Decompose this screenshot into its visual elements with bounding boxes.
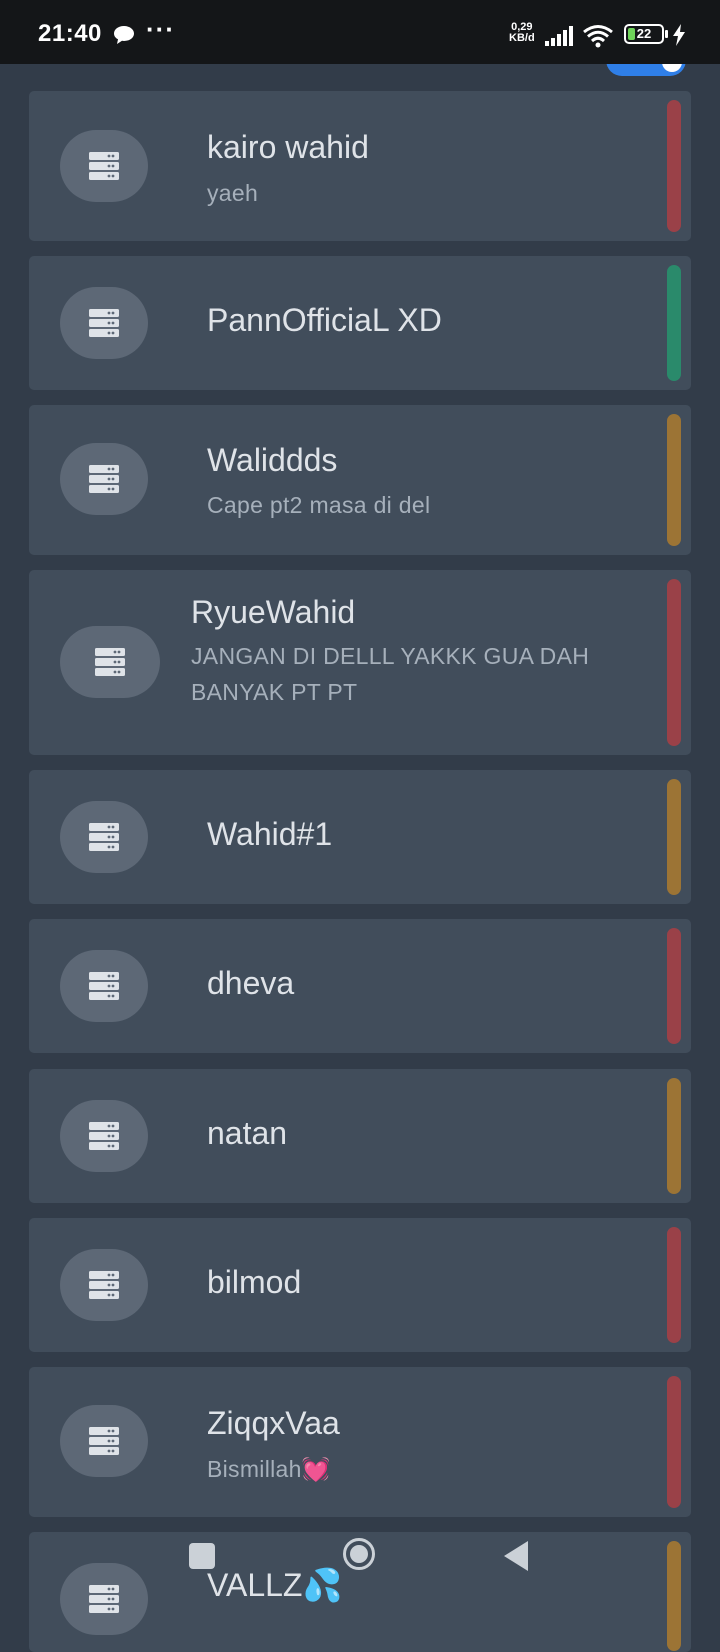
server-icon-button[interactable] [60, 1405, 148, 1477]
server-name: ZiqqxVaa [207, 1405, 340, 1441]
navigation-bar [0, 1520, 720, 1600]
status-indicator [667, 1078, 681, 1194]
server-icon-button[interactable] [60, 130, 148, 202]
server-card[interactable]: dheva [29, 919, 691, 1053]
server-card[interactable]: kairo wahid yaeh [29, 91, 691, 241]
charging-bolt-icon [673, 24, 685, 46]
server-icon [89, 1427, 119, 1455]
server-icon [89, 465, 119, 493]
recents-button[interactable] [189, 1543, 215, 1569]
status-indicator [667, 1227, 681, 1343]
status-indicator [667, 100, 681, 232]
server-list: kairo wahid yaeh PannOfficiaL XD Waliddd… [0, 0, 720, 1652]
server-icon-button[interactable] [60, 626, 160, 698]
server-description: JANGAN DI DELLL YAKKK GUA DAH BANYAK PT … [191, 643, 590, 705]
back-button[interactable] [502, 1540, 530, 1572]
wifi-icon [583, 25, 613, 48]
battery-tip [665, 30, 668, 38]
server-icon [89, 309, 119, 337]
network-speed: 0,29 KB/d [509, 22, 535, 44]
server-card[interactable]: bilmod [29, 1218, 691, 1352]
server-card[interactable]: PannOfficiaL XD [29, 256, 691, 390]
server-card[interactable]: natan [29, 1069, 691, 1203]
heart-emoji: 💓 [301, 1456, 331, 1482]
server-icon [89, 1122, 119, 1150]
battery-icon: 22 [624, 24, 664, 44]
status-bar: 21:40 ··· 0,29 KB/d 22 [0, 0, 720, 64]
server-icon-button[interactable] [60, 443, 148, 515]
clock: 21:40 [38, 20, 102, 47]
home-button[interactable] [342, 1537, 376, 1571]
signal-icon [545, 26, 573, 46]
server-icon-button[interactable] [60, 801, 148, 873]
server-icon-button[interactable] [60, 1100, 148, 1172]
server-icon [89, 152, 119, 180]
server-name: natan [207, 1115, 288, 1151]
server-name: Waliddds [207, 442, 338, 478]
network-speed-unit: KB/d [509, 32, 535, 44]
more-notifications-icon: ··· [146, 14, 175, 44]
status-indicator [667, 928, 681, 1044]
status-indicator [667, 1376, 681, 1508]
server-icon [89, 972, 119, 1000]
server-description: yaeh [207, 180, 259, 206]
chat-bubble-icon [114, 26, 134, 44]
server-icon [95, 648, 125, 676]
status-indicator [667, 779, 681, 895]
server-icon [89, 823, 119, 851]
status-indicator [667, 265, 681, 381]
server-card[interactable]: Waliddds Cape pt2 masa di del [29, 405, 691, 555]
server-icon-button[interactable] [60, 287, 148, 359]
server-description: Cape pt2 masa di del [207, 492, 431, 518]
battery-percent: 22 [636, 26, 652, 41]
server-icon-button[interactable] [60, 1249, 148, 1321]
server-card[interactable]: ZiqqxVaa Bismillah💓 [29, 1367, 691, 1517]
server-name: PannOfficiaL XD [207, 302, 442, 338]
server-name: kairo wahid [207, 129, 369, 165]
server-name: dheva [207, 965, 295, 1001]
server-description: Bismillah💓 [207, 1451, 331, 1487]
server-name: bilmod [207, 1264, 302, 1300]
server-card[interactable]: RyueWahid JANGAN DI DELLL YAKKK GUA DAH … [29, 570, 691, 755]
status-indicator [667, 579, 681, 746]
server-name: RyueWahid [191, 594, 356, 630]
status-indicator [667, 414, 681, 546]
server-card[interactable]: Wahid#1 [29, 770, 691, 904]
server-icon [89, 1271, 119, 1299]
server-name: Wahid#1 [207, 816, 333, 852]
server-icon-button[interactable] [60, 950, 148, 1022]
server-description-text: Bismillah [207, 1456, 302, 1482]
